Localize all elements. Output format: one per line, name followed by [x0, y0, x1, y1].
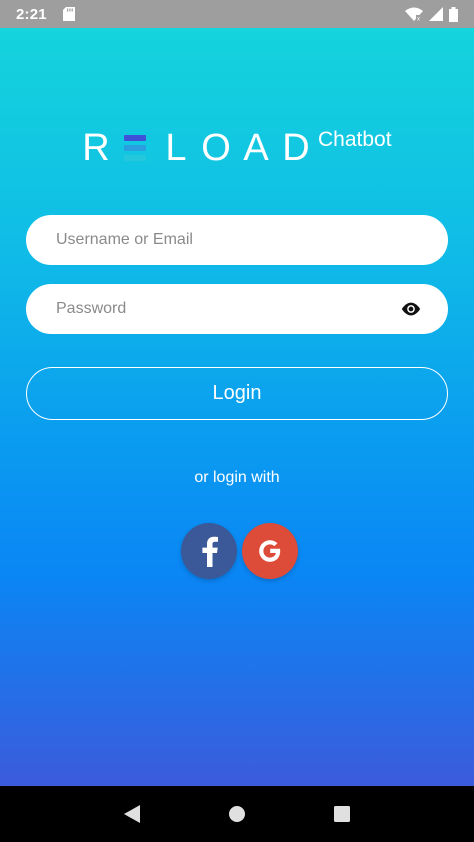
recents-icon[interactable] — [333, 805, 351, 823]
status-time: 2:21 — [16, 5, 47, 23]
logo-letter-r: R — [82, 127, 110, 169]
logo-letter-l: L — [165, 127, 187, 169]
google-login-button[interactable] — [242, 523, 298, 579]
logo-subtitle: Chatbot — [318, 128, 392, 151]
logo-e-bars-icon — [116, 128, 156, 168]
home-icon[interactable] — [228, 805, 246, 823]
back-icon[interactable] — [123, 804, 141, 824]
logo-bar-top — [124, 135, 146, 141]
or-login-with-label: or login with — [194, 469, 280, 486]
login-button[interactable]: Login — [26, 367, 448, 420]
status-bar: 2:21 x — [0, 0, 474, 28]
eye-icon[interactable] — [400, 298, 422, 320]
logo-letter-o: O — [201, 127, 231, 169]
wifi-icon: x — [405, 7, 423, 21]
logo-bar-bottom — [124, 155, 146, 161]
battery-icon — [449, 6, 458, 22]
username-input[interactable] — [56, 231, 418, 249]
username-field-container[interactable] — [26, 215, 448, 265]
logo-letter-a: A — [243, 127, 269, 169]
logo-wordmark: R L O A D — [76, 128, 316, 168]
facebook-login-button[interactable] — [181, 523, 237, 579]
google-icon — [259, 540, 281, 562]
signal-icon — [429, 7, 443, 21]
svg-text:x: x — [417, 17, 420, 22]
logo-bar-middle — [124, 145, 146, 151]
logo-letter-d: D — [282, 127, 310, 169]
navigation-bar — [0, 786, 474, 842]
sd-card-icon — [62, 7, 75, 21]
app-logo: R L O A D Chatbot — [76, 128, 416, 178]
password-field-container[interactable] — [26, 284, 448, 334]
password-input[interactable] — [56, 300, 400, 318]
login-screen: R L O A D Chatbot Login or login with — [0, 28, 474, 786]
facebook-icon — [202, 536, 218, 567]
